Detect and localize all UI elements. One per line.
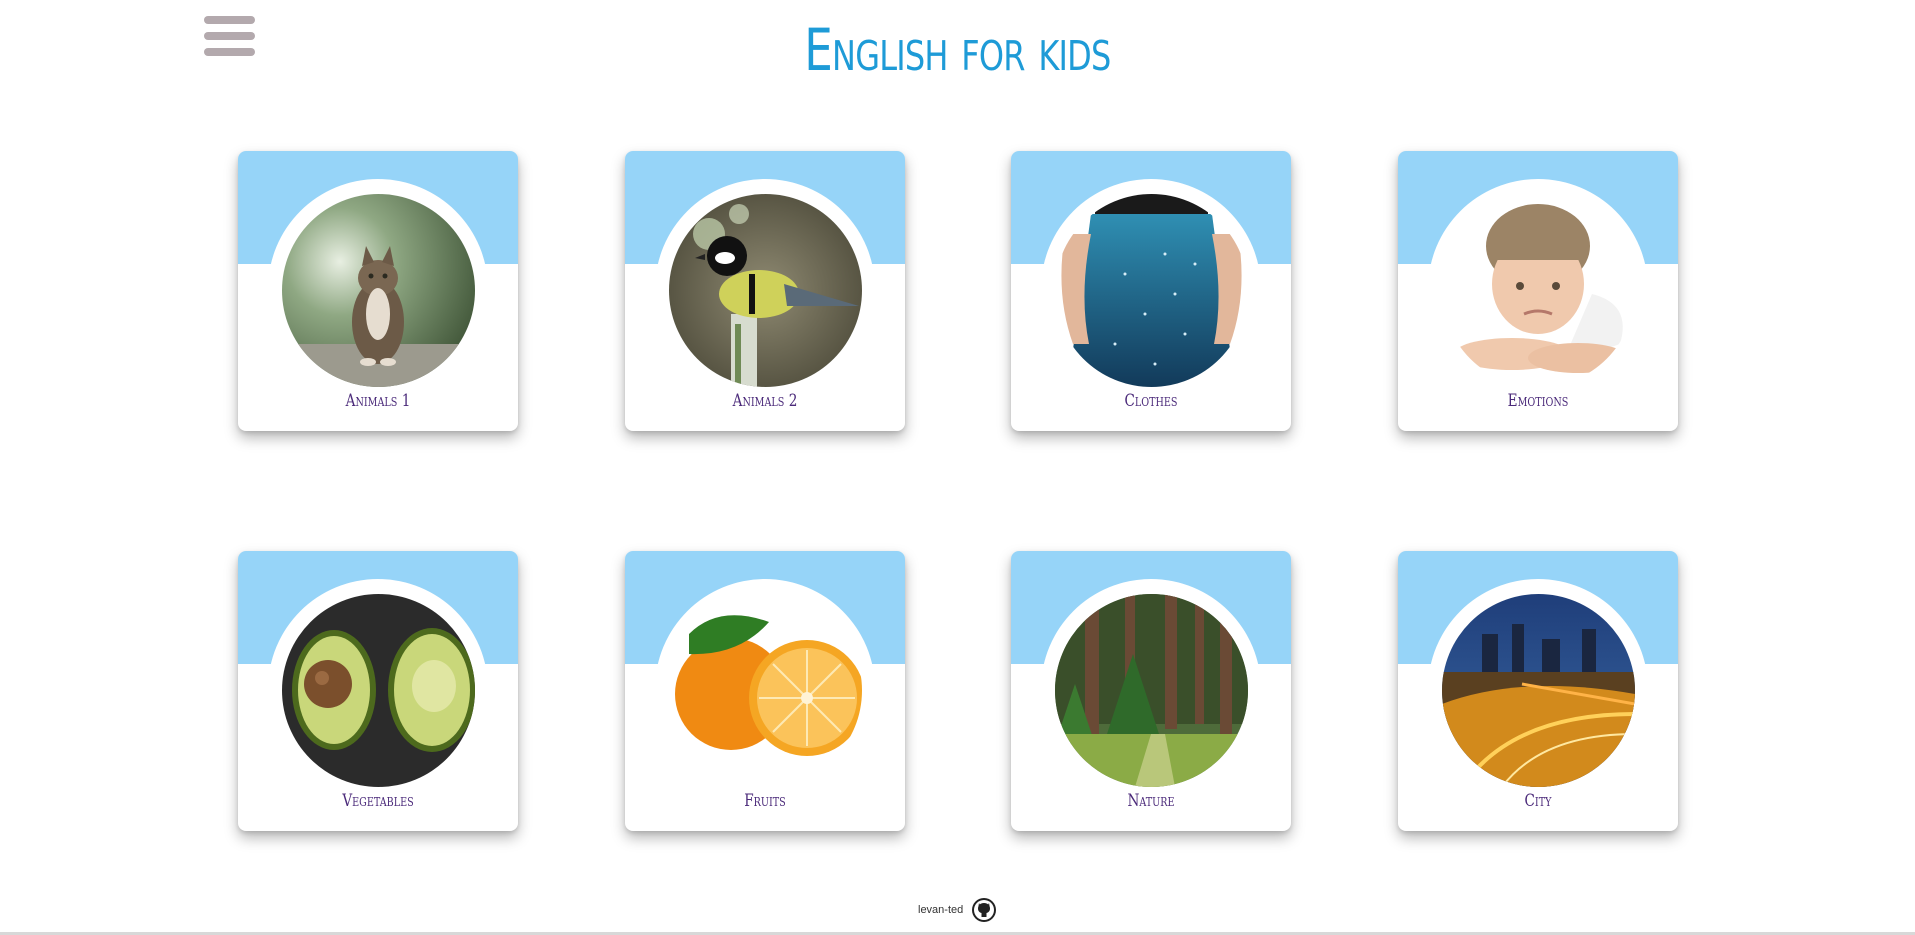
category-card-animals-1[interactable]: Animals 1 <box>238 151 518 431</box>
category-card-nature[interactable]: Nature <box>1011 551 1291 831</box>
category-card-fruits[interactable]: Fruits <box>625 551 905 831</box>
category-label: Animals 2 <box>732 391 798 411</box>
category-label: Animals 1 <box>345 391 411 411</box>
category-card-emotions[interactable]: Emotions <box>1398 151 1678 431</box>
orange-photo <box>669 594 862 787</box>
footer: levan-ted <box>918 898 997 922</box>
skirt-photo <box>1055 194 1248 387</box>
category-label: Fruits <box>744 791 786 811</box>
city-night-photo <box>1442 594 1635 787</box>
sad-boy-photo <box>1442 194 1635 387</box>
forest-photo <box>1055 594 1248 787</box>
page: English for kids Animals 1 Animals 2 Clo… <box>0 0 1915 935</box>
author-link[interactable]: levan-ted <box>918 904 963 916</box>
category-card-city[interactable]: City <box>1398 551 1678 831</box>
category-label: Nature <box>1127 791 1175 811</box>
cat-photo <box>282 194 475 387</box>
github-icon[interactable] <box>972 898 997 922</box>
page-title: English for kids <box>804 16 1111 84</box>
avocado-photo <box>282 594 475 787</box>
category-label: City <box>1524 791 1552 811</box>
category-label: Vegetables <box>342 791 414 811</box>
category-label: Emotions <box>1507 391 1569 411</box>
category-card-vegetables[interactable]: Vegetables <box>238 551 518 831</box>
bird-photo <box>669 194 862 387</box>
category-card-clothes[interactable]: Clothes <box>1011 151 1291 431</box>
category-label: Clothes <box>1124 391 1178 411</box>
category-card-animals-2[interactable]: Animals 2 <box>625 151 905 431</box>
